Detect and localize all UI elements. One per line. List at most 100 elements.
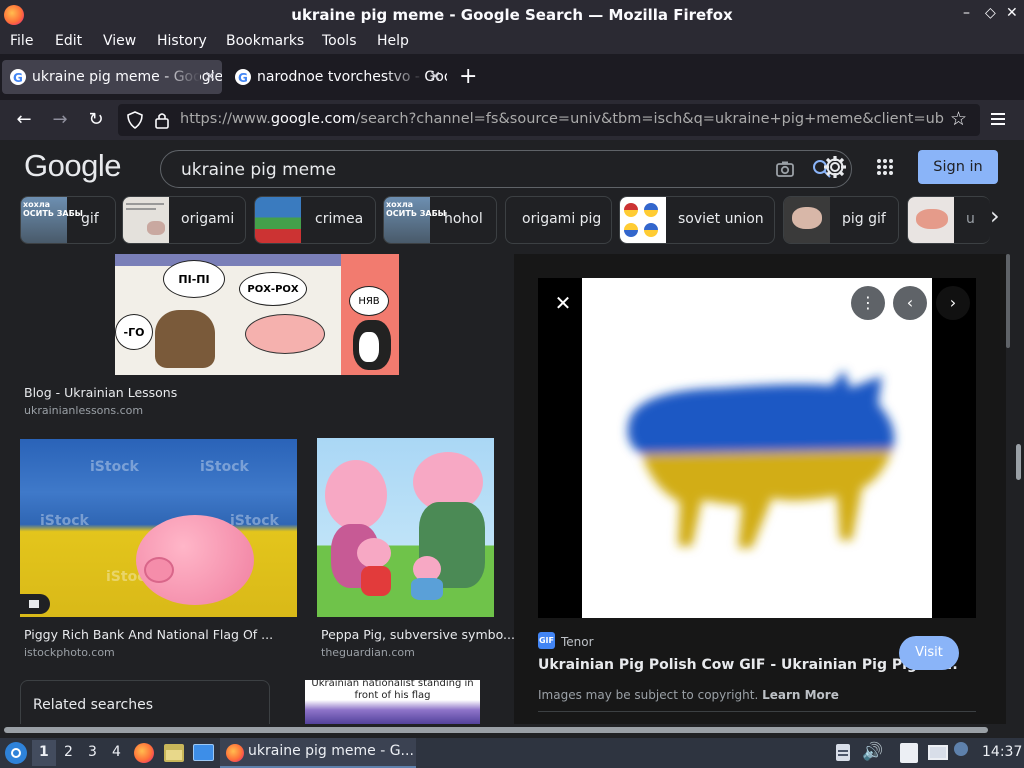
tab-narodnoe-tvorchestvo[interactable]: narodnoe tvorchestvo - Google Search ✕ <box>227 60 447 94</box>
bookmark-star-icon[interactable]: ☆ <box>950 108 967 130</box>
chips-next-chevron-icon[interactable]: › <box>990 202 1000 230</box>
chip-origami[interactable]: origami <box>122 196 246 244</box>
maximize-button[interactable]: ◇ <box>985 5 996 21</box>
lens-search-icon[interactable] <box>808 286 842 320</box>
chip-crimea[interactable]: crimea <box>254 196 376 244</box>
preview-image-ukrainian-pig[interactable] <box>582 278 932 618</box>
firefox-launcher-icon[interactable] <box>134 743 154 763</box>
copyright-notice: Images may be subject to copyright. Lear… <box>538 688 839 702</box>
forward-icon[interactable]: → <box>48 108 72 132</box>
clock: 14:37 <box>982 744 1023 760</box>
firefox-window-icon <box>226 744 244 762</box>
related-searches-card[interactable]: Related searches <box>20 680 270 724</box>
image-results: ПІ-ПІ РОХ-РОХ НЯВ -ГО Blog - Ukrainian L… <box>0 254 514 724</box>
close-preview-icon[interactable]: ✕ <box>546 286 580 320</box>
preview-source[interactable]: Tenor <box>561 635 594 649</box>
result-image-nationalist-flag[interactable]: Ukrainian nationalist standing in front … <box>305 680 480 724</box>
result-caption[interactable]: Peppa Pig, subversive symbo... <box>321 627 514 642</box>
previous-image-icon[interactable]: ‹ <box>893 286 927 320</box>
chip-gif[interactable]: хохла ОСИТЬ ЗАБЫ gif <box>20 196 116 244</box>
visit-button[interactable]: Visit <box>899 636 959 670</box>
result-caption[interactable]: Blog - Ukrainian Lessons <box>24 385 177 400</box>
search-input[interactable]: ukraine pig meme <box>160 150 852 188</box>
menu-edit[interactable]: Edit <box>55 33 82 49</box>
shield-icon[interactable] <box>126 111 144 129</box>
result-image-piggy-bank[interactable]: iStock iStock iStock iStock iStock <box>20 439 297 617</box>
show-desktop-icon[interactable] <box>193 744 214 761</box>
minimize-button[interactable]: – <box>963 5 970 21</box>
info-icon[interactable] <box>954 742 968 756</box>
network-icon[interactable] <box>928 745 948 760</box>
apps-grid-icon[interactable] <box>876 158 894 176</box>
settings-gear-icon[interactable] <box>822 154 848 180</box>
more-options-icon[interactable]: ⋮ <box>851 286 885 320</box>
result-caption[interactable]: Piggy Rich Bank And National Flag Of ... <box>24 627 273 642</box>
menu-bar: File Edit View History Bookmarks Tools H… <box>0 30 1024 54</box>
next-image-icon[interactable]: › <box>936 286 970 320</box>
volume-icon[interactable]: 🔊 <box>862 742 883 762</box>
preview-scrollbar-thumb[interactable] <box>1006 254 1010 348</box>
clipboard-icon[interactable] <box>836 744 850 761</box>
speech-bubble: ПІ-ПІ <box>163 260 225 298</box>
google-header: Google ukraine pig meme Sign in хохла ОС… <box>0 140 1024 254</box>
notes-icon[interactable] <box>900 743 918 763</box>
learn-more-link[interactable]: Learn More <box>762 688 839 702</box>
chip-hohol[interactable]: хохла ОСИТЬ ЗАБЫ hohol <box>383 196 497 244</box>
chip-thumbnail <box>123 197 169 243</box>
back-icon[interactable]: ← <box>12 108 36 132</box>
result-image-comic[interactable]: ПІ-ПІ РОХ-РОХ НЯВ -ГО <box>115 254 399 375</box>
result-source[interactable]: ukrainianlessons.com <box>24 404 143 417</box>
tab-close-icon[interactable]: ✕ <box>429 60 441 94</box>
chip-origami-pig[interactable]: origami pig <box>505 196 612 244</box>
chip-partial[interactable]: u <box>907 196 990 244</box>
result-image-peppa-pig[interactable] <box>317 438 494 617</box>
horizontal-scrollbar[interactable] <box>0 724 1024 738</box>
system-taskbar: 1 2 3 4 ukraine pig meme - G... 🔊 14:37 <box>0 738 1024 768</box>
menu-tools[interactable]: Tools <box>322 33 357 49</box>
chip-thumbnail <box>784 197 830 243</box>
url-text: https://www.google.com/search?channel=fs… <box>180 111 945 127</box>
workspace-1[interactable]: 1 <box>39 744 49 760</box>
window-titlebar: ukraine pig meme - Google Search — Mozil… <box>0 0 1024 30</box>
close-window-button[interactable]: ✕ <box>1006 5 1018 21</box>
hamburger-menu-icon[interactable] <box>991 108 1009 132</box>
sign-in-button[interactable]: Sign in <box>918 150 998 184</box>
page-scrollbar-thumb[interactable] <box>1016 444 1021 480</box>
tab-ukraine-pig-meme[interactable]: ukraine pig meme - Google Search ✕ <box>2 60 222 94</box>
menu-history[interactable]: History <box>157 33 207 49</box>
file-manager-icon[interactable] <box>164 744 184 762</box>
menu-file[interactable]: File <box>10 33 33 49</box>
chip-soviet-union[interactable]: soviet union <box>619 196 775 244</box>
reload-icon[interactable]: ↻ <box>84 108 108 132</box>
tab-bar: ukraine pig meme - Google Search ✕ narod… <box>0 54 1024 100</box>
speech-bubble: РОХ-РОХ <box>239 272 307 306</box>
new-tab-icon[interactable]: + <box>459 66 477 88</box>
chip-thumbnail: хохла ОСИТЬ ЗАБЫ <box>21 197 83 243</box>
camera-icon[interactable] <box>775 160 795 178</box>
menu-help[interactable]: Help <box>377 33 409 49</box>
workspace-4[interactable]: 4 <box>112 744 121 760</box>
tab-close-icon[interactable]: ✕ <box>204 60 216 94</box>
search-query: ukraine pig meme <box>181 160 337 180</box>
ukrainian-pig-figure <box>627 370 895 548</box>
workspace-3[interactable]: 3 <box>88 744 97 760</box>
menu-view[interactable]: View <box>103 33 136 49</box>
chip-thumbnail <box>255 197 301 243</box>
result-source[interactable]: theguardian.com <box>321 646 415 659</box>
chip-pig-gif[interactable]: pig gif <box>783 196 899 244</box>
divider <box>538 711 976 712</box>
result-source[interactable]: istockphoto.com <box>24 646 115 659</box>
lock-icon[interactable] <box>154 111 170 129</box>
menu-bookmarks[interactable]: Bookmarks <box>226 33 304 49</box>
google-logo[interactable]: Google <box>24 148 121 184</box>
watermark: iStock <box>90 459 139 475</box>
google-favicon-icon <box>10 61 26 94</box>
google-favicon-icon <box>235 61 251 94</box>
preview-title[interactable]: Ukrainian Pig Polish Cow GIF - Ukrainian… <box>538 657 958 673</box>
taskbar-window-firefox[interactable]: ukraine pig meme - G... <box>220 738 416 768</box>
url-bar[interactable]: https://www.google.com/search?channel=fs… <box>118 104 980 136</box>
workspace-2[interactable]: 2 <box>64 744 73 760</box>
horizontal-scrollbar-thumb[interactable] <box>4 727 988 733</box>
page-scrollbar[interactable] <box>1006 254 1024 724</box>
start-menu-icon[interactable] <box>5 742 27 764</box>
